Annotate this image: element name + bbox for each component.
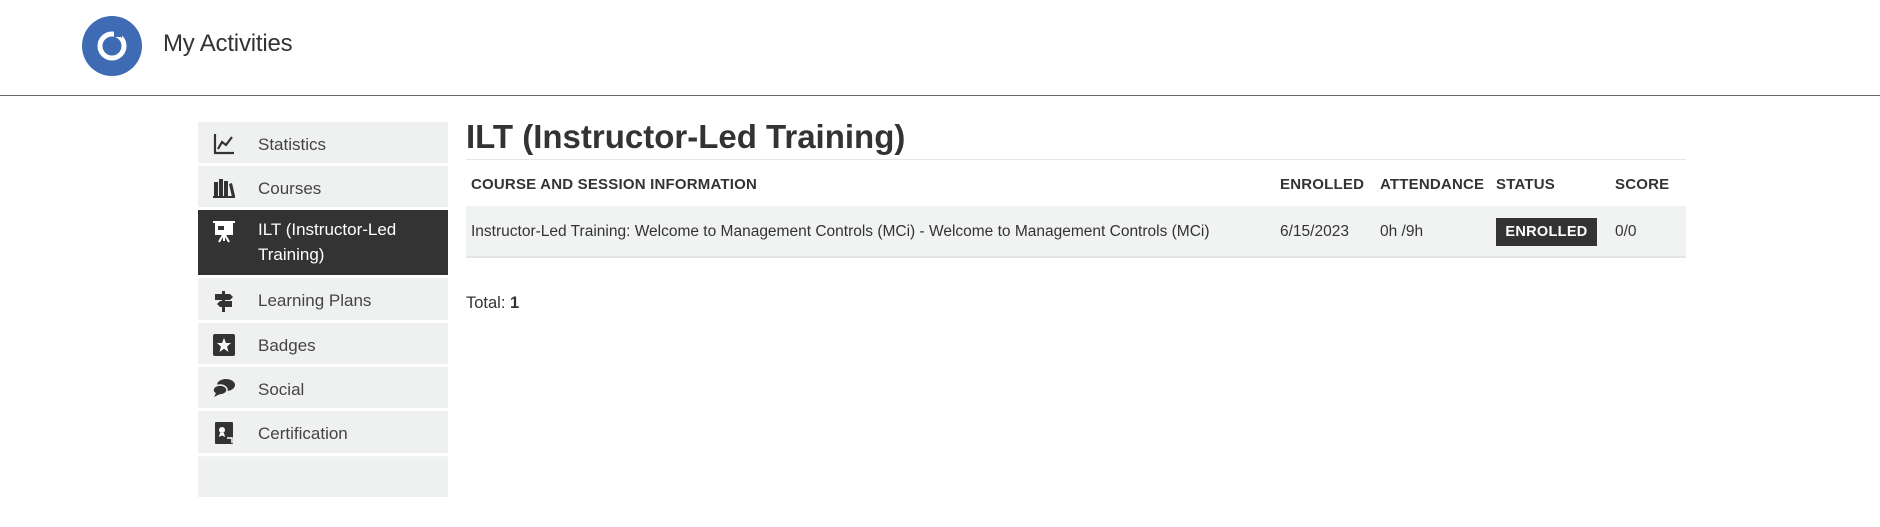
- column-header-status[interactable]: STATUS: [1496, 176, 1555, 193]
- star-badge-icon: [213, 334, 235, 356]
- sidebar-item-label: Statistics: [258, 135, 327, 154]
- course-session-info[interactable]: Instructor-Led Training: Welcome to Mana…: [471, 223, 1210, 241]
- table-row[interactable]: Instructor-Led Training: Welcome to Mana…: [466, 206, 1686, 258]
- attendance-value: 0h /9h: [1380, 223, 1424, 240]
- table-header: COURSE AND SESSION INFORMATION ENROLLED …: [466, 162, 1686, 206]
- sidebar-item-label: Badges: [258, 336, 316, 355]
- divider: [466, 159, 1686, 160]
- total-value: 1: [510, 294, 520, 312]
- sidebar-item-learning-plans[interactable]: Learning Plans: [198, 278, 448, 323]
- sidebar-item-label: Certification: [258, 424, 348, 443]
- score-value: 0/0: [1615, 223, 1637, 240]
- sidebar-item-label: ILT (Instructor-Led Training): [258, 220, 397, 264]
- sidebar-item-label: Social: [258, 380, 305, 399]
- column-header-score[interactable]: SCORE: [1615, 176, 1669, 193]
- column-header-attendance[interactable]: ATTENDANCE: [1380, 176, 1484, 193]
- sidebar-item-ilt[interactable]: ILT (Instructor-Led Training): [198, 210, 448, 278]
- enrolled-date: 6/15/2023: [1280, 223, 1349, 240]
- sidebar-item-badges[interactable]: Badges: [198, 323, 448, 367]
- sidebar-item-label: Courses: [258, 179, 322, 198]
- status-badge: ENROLLED: [1496, 218, 1597, 246]
- chat-bubbles-icon: [212, 379, 235, 397]
- books-icon: [213, 179, 235, 198]
- circle-logo-icon[interactable]: [82, 16, 142, 76]
- line-chart-icon: [213, 134, 234, 155]
- sidebar-item-certification[interactable]: Certification: [198, 411, 448, 456]
- sidebar-item-label: Learning Plans: [258, 291, 372, 310]
- certificate-icon: [215, 422, 233, 444]
- column-header-enrolled[interactable]: ENROLLED: [1280, 176, 1364, 193]
- sidebar-item-statistics[interactable]: Statistics: [198, 122, 448, 166]
- total-count: Total: 1: [466, 294, 519, 313]
- total-label: Total:: [466, 294, 506, 312]
- column-header-course[interactable]: COURSE AND SESSION INFORMATION: [471, 176, 757, 193]
- page-title: ILT (Instructor-Led Training): [466, 118, 906, 155]
- presentation-board-icon: [213, 221, 235, 243]
- signpost-icon: [215, 291, 233, 312]
- sidebar-item-social[interactable]: Social: [198, 367, 448, 411]
- page-header-title: My Activities: [163, 30, 293, 57]
- sidebar-item-courses[interactable]: Courses: [198, 166, 448, 210]
- sidebar-filler: [198, 461, 448, 497]
- top-bar: My Activities: [0, 0, 1880, 96]
- sidebar: Statistics Courses ILT (Instructor-Led T…: [198, 122, 448, 497]
